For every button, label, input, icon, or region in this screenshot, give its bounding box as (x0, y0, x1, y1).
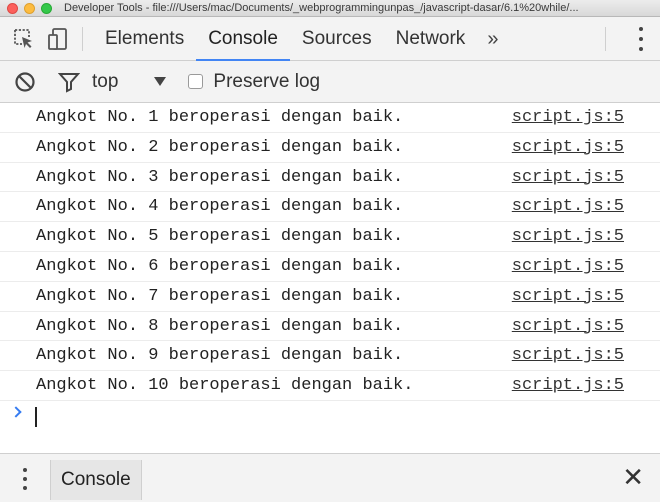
console-message-source-link[interactable]: script.js:5 (512, 197, 624, 216)
console-message-source-link[interactable]: script.js:5 (512, 168, 624, 187)
console-message: Angkot No. 8 beroperasi dengan baik. scr… (0, 312, 660, 342)
console-message-text: Angkot No. 10 beroperasi dengan baik. (36, 376, 414, 396)
customize-menu-icon[interactable] (638, 27, 644, 51)
console-message-text: Angkot No. 7 beroperasi dengan baik. (36, 286, 404, 306)
devtools-tabbar: Elements Console Sources Network » (0, 17, 660, 61)
zoom-window-button[interactable] (41, 2, 52, 14)
inspect-element-icon[interactable] (10, 25, 38, 53)
preserve-log-checkbox[interactable] (188, 74, 204, 89)
chevron-down-icon[interactable] (154, 77, 167, 86)
device-toolbar-icon[interactable] (44, 25, 72, 53)
toolbar-divider (82, 26, 83, 51)
text-cursor (35, 406, 37, 427)
console-message-source-link[interactable]: script.js:5 (512, 257, 624, 276)
console-message: Angkot No. 5 beroperasi dengan baik. scr… (0, 222, 660, 252)
drawer-toolbar: Console ✕ (0, 453, 660, 502)
tab-elements[interactable]: Elements (93, 17, 196, 61)
context-selector[interactable]: top (92, 71, 118, 93)
drawer-tab-console[interactable]: Console (50, 460, 142, 500)
toolbar-divider-right (605, 27, 606, 51)
clear-console-icon[interactable] (14, 71, 36, 93)
console-message-text: Angkot No. 2 beroperasi dengan baik. (36, 137, 404, 157)
console-message: Angkot No. 9 beroperasi dengan baik. scr… (0, 341, 660, 372)
console-message-text: Angkot No. 5 beroperasi dengan baik. (36, 227, 404, 247)
console-message-source-link[interactable]: script.js:5 (512, 227, 624, 246)
console-prompt[interactable] (0, 401, 660, 433)
console-message: Angkot No. 6 beroperasi dengan baik. scr… (0, 252, 660, 282)
console-message: Angkot No. 10 beroperasi dengan baik. sc… (0, 371, 660, 401)
tab-console[interactable]: Console (196, 17, 290, 61)
console-message-source-link[interactable]: script.js:5 (512, 346, 624, 365)
console-message-source-link[interactable]: script.js:5 (512, 376, 624, 395)
prompt-chevron-icon (10, 406, 22, 418)
window-title: Developer Tools - file:///Users/mac/Docu… (64, 2, 579, 14)
console-message: Angkot No. 7 beroperasi dengan baik. scr… (0, 282, 660, 312)
console-message: Angkot No. 3 beroperasi dengan baik. scr… (0, 163, 660, 193)
console-message: Angkot No. 1 beroperasi dengan baik. scr… (0, 103, 660, 133)
console-message-source-link[interactable]: script.js:5 (512, 138, 624, 157)
console-message-source-link[interactable]: script.js:5 (512, 317, 624, 336)
console-filterbar: top Preserve log (0, 61, 660, 103)
console-message: Angkot No. 2 beroperasi dengan baik. scr… (0, 133, 660, 163)
minimize-window-button[interactable] (24, 2, 35, 14)
window-titlebar: Developer Tools - file:///Users/mac/Docu… (0, 0, 660, 17)
console-message-source-link[interactable]: script.js:5 (512, 287, 624, 306)
console-message-text: Angkot No. 9 beroperasi dengan baik. (36, 346, 404, 366)
console-message: Angkot No. 4 beroperasi dengan baik. scr… (0, 192, 660, 223)
drawer-menu-icon[interactable] (22, 468, 28, 490)
console-message-text: Angkot No. 3 beroperasi dengan baik. (36, 167, 404, 187)
close-drawer-icon[interactable]: ✕ (622, 464, 644, 490)
console-message-source-link[interactable]: script.js:5 (512, 108, 624, 127)
window-controls (7, 2, 52, 14)
console-message-text: Angkot No. 1 beroperasi dengan baik. (36, 108, 404, 127)
console-output: Angkot No. 1 beroperasi dengan baik. scr… (0, 103, 660, 453)
tab-network[interactable]: Network (384, 17, 478, 61)
more-tabs-icon[interactable]: » (477, 17, 508, 61)
tab-sources[interactable]: Sources (290, 17, 384, 61)
close-window-button[interactable] (7, 2, 18, 14)
preserve-log-label[interactable]: Preserve log (213, 71, 320, 93)
console-message-text: Angkot No. 8 beroperasi dengan baik. (36, 316, 404, 336)
console-message-text: Angkot No. 6 beroperasi dengan baik. (36, 256, 404, 276)
filter-icon[interactable] (57, 71, 81, 93)
console-message-text: Angkot No. 4 beroperasi dengan baik. (36, 197, 404, 217)
